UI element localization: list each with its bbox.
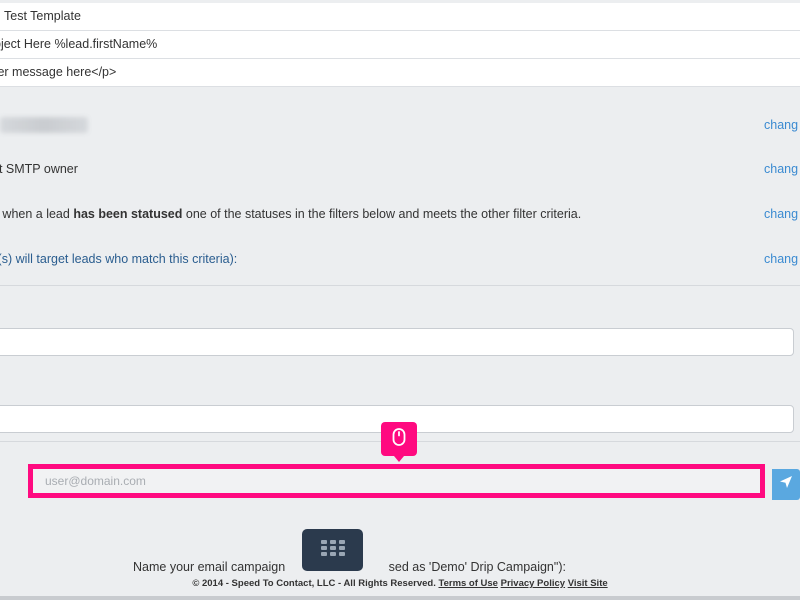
click-indicator-badge xyxy=(381,422,417,462)
bottom-rule xyxy=(0,596,800,600)
message-value: ter message here</p> xyxy=(0,65,117,79)
message-field[interactable]: ter message here</p> xyxy=(0,59,800,87)
status-rule-prefix: d when a lead xyxy=(0,207,74,221)
change-link-sender[interactable]: chang xyxy=(764,118,798,132)
target-criteria-text: il(s) will target leads who match this c… xyxy=(0,252,238,266)
subject-value: bject Here %lead.firstName% xyxy=(0,37,158,51)
visit-site-link[interactable]: Visit Site xyxy=(568,578,608,589)
change-link-status-rule[interactable]: chang xyxy=(764,207,798,221)
section-divider xyxy=(0,285,800,286)
change-link-smtp[interactable]: chang xyxy=(764,162,798,176)
template-name-value: Test Template xyxy=(4,9,81,23)
terms-link[interactable]: Terms of Use xyxy=(438,578,497,589)
send-icon xyxy=(779,475,793,494)
copyright-text: © 2014 - Speed To Contact, LLC - All Rig… xyxy=(192,578,436,589)
privacy-link[interactable]: Privacy Policy xyxy=(501,578,565,589)
template-name-field[interactable]: Test Template xyxy=(0,3,800,31)
test-email-input[interactable] xyxy=(28,464,765,498)
send-test-button[interactable] xyxy=(772,469,800,500)
status-rule-suffix: one of the statuses in the filters below… xyxy=(182,207,582,221)
change-link-criteria[interactable]: chang xyxy=(764,252,798,266)
campaign-prompt-right: sed as 'Demo' Drip Campaign"): xyxy=(388,560,566,574)
subject-field[interactable]: bject Here %lead.firstName% xyxy=(0,31,800,59)
page-footer: © 2014 - Speed To Contact, LLC - All Rig… xyxy=(0,578,800,589)
keypad-toggle-button[interactable] xyxy=(302,529,363,571)
keypad-icon xyxy=(320,539,345,561)
smtp-owner-text: nt SMTP owner xyxy=(0,162,78,176)
campaign-prompt-left: Name your email campaign xyxy=(133,560,289,574)
status-rule-text: d when a lead has been statused one of t… xyxy=(0,207,581,221)
input-field-1[interactable] xyxy=(0,328,794,356)
mouse-icon xyxy=(392,427,406,451)
blurred-sender-value xyxy=(0,117,88,133)
status-rule-bold: has been statused xyxy=(73,207,183,221)
